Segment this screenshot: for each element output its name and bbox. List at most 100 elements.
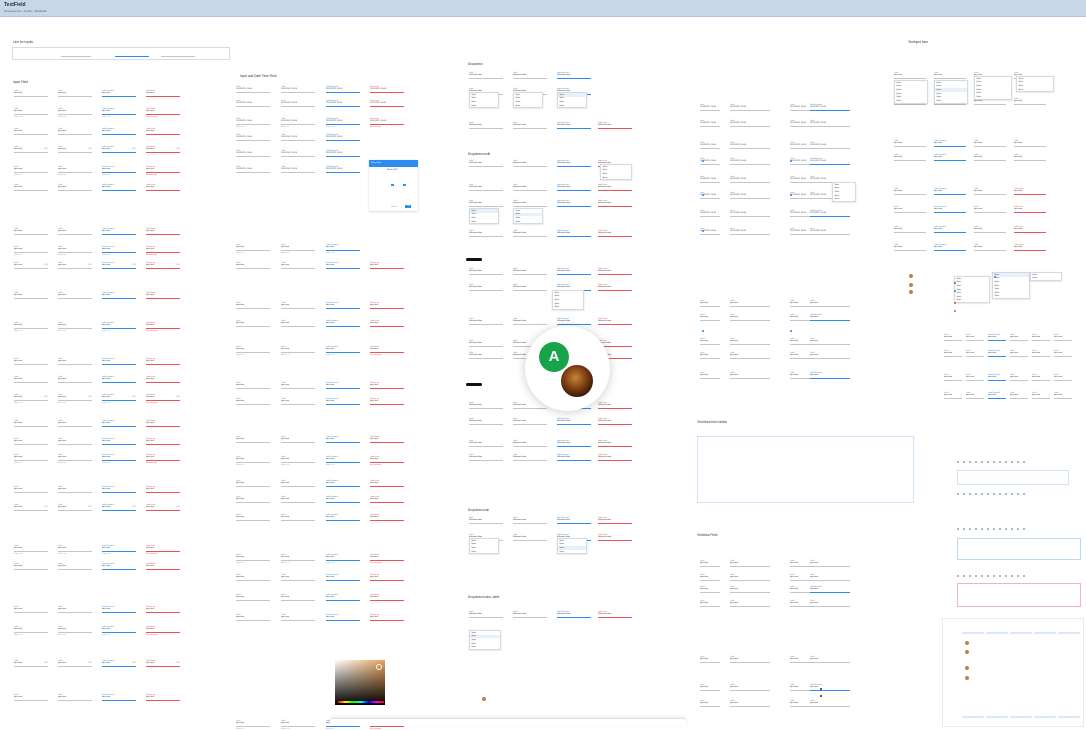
text-field[interactable]: LabelSelected value: [469, 184, 503, 191]
text-field[interactable]: LabelSelected value: [513, 268, 547, 275]
calendar-day[interactable]: [397, 174, 400, 176]
dropdown-option[interactable]: Option: [470, 645, 500, 649]
toolbar-icon[interactable]: [1017, 493, 1019, 495]
text-field[interactable]: Label focusedSelected value: [557, 122, 591, 129]
text-field[interactable]: Label Input text Helper text: [281, 456, 315, 466]
text-field[interactable]: LabelInput text: [810, 560, 850, 567]
dropdown-menu[interactable]: Option Option Option Option: [469, 92, 499, 109]
text-field[interactable]: Label focusedInput text: [988, 374, 1006, 381]
text-field[interactable]: LabelSelected value: [513, 122, 547, 129]
text-field[interactable]: Label focusedInput text: [326, 262, 360, 269]
text-field[interactable]: LabelInput text: [281, 614, 315, 621]
text-field[interactable]: Label focusedInput textHelper text: [326, 456, 360, 466]
text-field[interactable]: Label error Input text: [370, 262, 404, 269]
text-field[interactable]: Label focusedInput text: [810, 314, 850, 321]
text-field[interactable]: LabelInput text: [790, 314, 810, 321]
text-field[interactable]: LabelInput text: [730, 700, 770, 707]
text-field[interactable]: LabelInput text: [58, 486, 92, 493]
text-field[interactable]: Label focusedInput text: [934, 154, 966, 161]
toolbar-icon[interactable]: [1023, 575, 1025, 577]
text-field[interactable]: Label error Input text: [370, 594, 404, 601]
dropdown-menu[interactable]: Option Option: [1030, 272, 1062, 282]
text-field[interactable]: Label 11.03.2021, 14:00: [281, 86, 315, 93]
text-field[interactable]: Label focused 11.03.2021, 14:00: [810, 210, 850, 217]
text-field[interactable]: LabelInput text: [281, 496, 315, 503]
text-field[interactable]: LabelInput text: [700, 586, 720, 593]
dropdown-menu[interactable]: Option Option Option Option Option: [469, 630, 501, 650]
text-field[interactable]: LabelInput text: [1010, 374, 1028, 381]
text-field[interactable]: Label 11.03.2021, 14:00: [700, 142, 720, 149]
text-field[interactable]: Label Input text Helper text: [14, 626, 48, 636]
text-field[interactable]: Label Input text Helper text: [58, 246, 92, 256]
text-field[interactable]: LabelInput text: [894, 226, 926, 233]
text-field[interactable]: Label Input text Helper text: [281, 346, 315, 356]
text-field[interactable]: Label errorInput textError message: [370, 346, 404, 356]
text-field[interactable]: LabelInput text: [730, 338, 770, 345]
toolbar-icon[interactable]: [999, 493, 1001, 495]
text-field[interactable]: Label 11.03.2021, 14:00: [810, 228, 850, 235]
text-field[interactable]: LabelSelected value: [513, 418, 547, 425]
text-field[interactable]: Label focusedInput textHelper text: [102, 322, 136, 332]
text-field[interactable]: Label focusedInput text: [102, 228, 136, 235]
text-field[interactable]: LabelInput text: [974, 140, 1006, 147]
dropdown-menu[interactable]: Option Option Option Option Option Option Opti…: [992, 272, 1030, 300]
toolbar-icon[interactable]: [963, 461, 965, 463]
calendar-day[interactable]: [397, 184, 400, 186]
calendar-day[interactable]: [403, 179, 406, 181]
text-field[interactable]: LabelInput text: [944, 374, 962, 381]
text-field[interactable]: Label Input text Helper text: [14, 108, 48, 118]
text-field[interactable]: Label 11.03.2021, 14:00: [790, 104, 810, 111]
text-field[interactable]: LabelInput text: [944, 392, 962, 399]
toolbar-icon[interactable]: [957, 575, 959, 577]
text-field[interactable]: LabelInput text: [730, 586, 770, 593]
text-field[interactable]: LabelInput text: [236, 480, 270, 487]
text-field[interactable]: LabelInput text: [700, 684, 720, 691]
text-field[interactable]: Label error Input text: [146, 438, 180, 445]
calendar-day[interactable]: [403, 174, 406, 176]
text-field[interactable]: LabelSelected value: [469, 611, 503, 618]
text-field[interactable]: Label errorSelected value: [598, 268, 632, 275]
text-field[interactable]: Label Input text USD: [58, 504, 92, 511]
text-field[interactable]: LabelInput text: [790, 600, 810, 607]
text-field[interactable]: Label focusedInput text: [810, 684, 850, 691]
text-field[interactable]: LabelInput text: [281, 514, 315, 521]
text-field[interactable]: Label error Input text: [1014, 244, 1046, 251]
text-field[interactable]: Label focusedInput text: [102, 563, 136, 570]
calendar-day[interactable]: [385, 179, 388, 181]
text-field[interactable]: LabelInput text: [236, 320, 270, 327]
text-field[interactable]: Label errorInput textError message: [146, 246, 180, 256]
text-field[interactable]: LabelInput text: [730, 314, 770, 321]
text-field[interactable]: LabelSelected value: [469, 200, 503, 207]
tag-chip[interactable]: [1058, 632, 1080, 634]
text-field[interactable]: Label errorSelected value: [598, 454, 632, 461]
text-field[interactable]: LabelInput text: [14, 606, 48, 613]
text-field[interactable]: Label Input text Helper text: [281, 720, 315, 730]
text-field[interactable]: Label 11.03.2021, 14:00: [790, 228, 810, 235]
text-field[interactable]: Label focusedInput text: [102, 128, 136, 135]
text-field[interactable]: LabelSelected value: [513, 534, 547, 541]
text-field[interactable]: LabelInput text: [974, 206, 1006, 213]
toolbar-icon[interactable]: [969, 493, 971, 495]
text-field[interactable]: Label focusedInput text: [102, 486, 136, 493]
calendar-day[interactable]: [403, 184, 406, 187]
text-field[interactable]: LabelInput text: [1014, 154, 1046, 161]
text-field[interactable]: Label focused 11.03.2021, 14:00: [326, 86, 360, 93]
text-field[interactable]: LabelSelected value: [513, 160, 547, 167]
text-field[interactable]: Label Input text Helper text: [236, 720, 270, 730]
text-field[interactable]: Label error 11.03.2021, 14:00: [370, 100, 404, 107]
calendar-day[interactable]: [379, 174, 382, 176]
text-field[interactable]: Label focusedSelected value: [557, 418, 591, 425]
text-field[interactable]: Label error Input text: [370, 382, 404, 389]
text-field[interactable]: Label 11.03.2021, 14:00: [730, 104, 770, 111]
calendar-day[interactable]: [391, 194, 394, 196]
text-field[interactable]: Label error Input text: [146, 563, 180, 570]
text-field[interactable]: Label errorSelected value: [598, 122, 632, 129]
calendar-day[interactable]: [409, 179, 412, 181]
calendar-day[interactable]: [373, 179, 376, 181]
text-field[interactable]: LabelInput text: [790, 338, 810, 345]
text-field[interactable]: Label errorInput textError message: [370, 554, 404, 564]
text-field[interactable]: Label error Input text: [370, 574, 404, 581]
text-field[interactable]: Label 11.03.2021, 14:00: [730, 120, 770, 127]
calendar-day[interactable]: [385, 184, 388, 186]
text-field[interactable]: LabelInput text: [894, 72, 926, 79]
